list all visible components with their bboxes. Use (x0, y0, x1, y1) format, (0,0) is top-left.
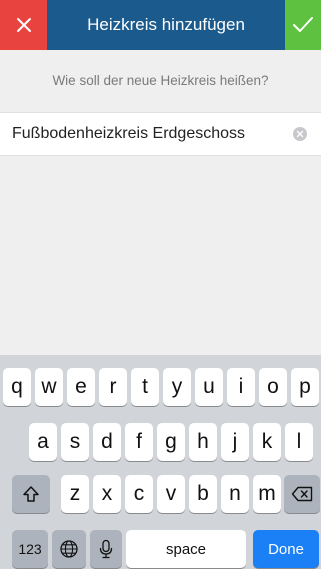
header-bar: Heizkreis hinzufügen (0, 0, 321, 50)
key-o[interactable]: o (259, 368, 287, 406)
key-n[interactable]: n (221, 475, 249, 513)
microphone-key[interactable] (90, 530, 122, 568)
close-icon (16, 18, 31, 32)
key-u[interactable]: u (195, 368, 223, 406)
heating-circuit-name-field (0, 112, 321, 156)
key-a[interactable]: a (29, 423, 57, 461)
key-e[interactable]: e (67, 368, 95, 406)
numbers-key[interactable]: 123 (12, 530, 48, 568)
key-k[interactable]: k (253, 423, 281, 461)
key-l[interactable]: l (285, 423, 313, 461)
key-s[interactable]: s (61, 423, 89, 461)
key-v[interactable]: v (157, 475, 185, 513)
shift-icon (23, 486, 39, 502)
key-p[interactable]: p (291, 368, 319, 406)
clear-icon (296, 130, 304, 138)
backspace-icon (291, 486, 313, 502)
key-r[interactable]: r (99, 368, 127, 406)
space-key[interactable]: space (126, 530, 246, 568)
checkmark-icon (293, 17, 313, 32)
key-b[interactable]: b (189, 475, 217, 513)
name-prompt: Wie soll der neue Heizkreis heißen? (52, 73, 269, 88)
backspace-key[interactable] (284, 475, 320, 513)
heating-circuit-name-input[interactable] (12, 113, 282, 155)
key-m[interactable]: m (253, 475, 281, 513)
shift-key[interactable] (12, 475, 50, 513)
microphone-icon (99, 539, 113, 559)
key-d[interactable]: d (93, 423, 121, 461)
key-j[interactable]: j (221, 423, 249, 461)
clear-button[interactable] (293, 127, 307, 141)
done-key[interactable]: Done (253, 530, 319, 568)
key-f[interactable]: f (125, 423, 153, 461)
key-h[interactable]: h (189, 423, 217, 461)
key-y[interactable]: y (163, 368, 191, 406)
globe-icon (60, 540, 78, 558)
key-w[interactable]: w (35, 368, 63, 406)
key-c[interactable]: c (125, 475, 153, 513)
key-i[interactable]: i (227, 368, 255, 406)
cancel-button[interactable] (0, 0, 47, 50)
keyboard: q w e r t y u i o p a s d f g h j k l z … (0, 355, 321, 569)
key-t[interactable]: t (131, 368, 159, 406)
confirm-button[interactable] (285, 0, 321, 50)
key-g[interactable]: g (157, 423, 185, 461)
key-z[interactable]: z (61, 475, 89, 513)
key-x[interactable]: x (93, 475, 121, 513)
page-title: Heizkreis hinzufügen (87, 15, 245, 34)
key-q[interactable]: q (3, 368, 31, 406)
globe-key[interactable] (52, 530, 86, 568)
